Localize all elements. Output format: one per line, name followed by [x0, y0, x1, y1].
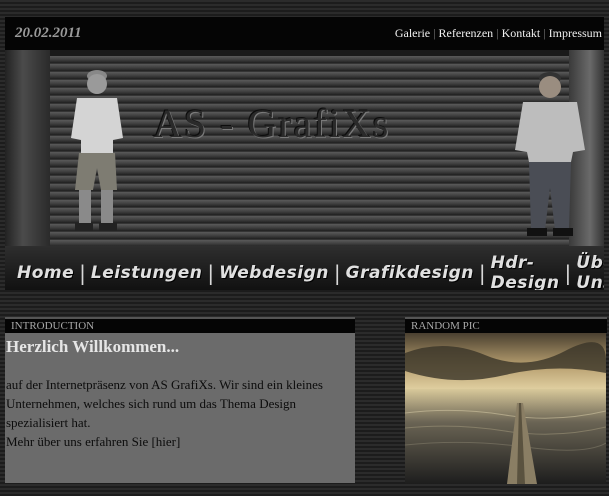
top-nav: Galerie | Referenzen | Kontakt | Impressum [395, 26, 602, 41]
separator: | [79, 261, 86, 285]
separator: | [496, 26, 499, 40]
separator: | [207, 261, 215, 285]
sea-jetty-image [405, 333, 606, 484]
nav-grafikdesign[interactable]: Grafikdesign [346, 263, 474, 283]
site-logo: AS - GrafiXs [153, 101, 391, 146]
nav-ueber-uns[interactable]: Über Uns [576, 253, 604, 290]
separator: | [564, 261, 572, 285]
intro-paragraph: auf der Internetpräsenz von AS GrafiXs. … [6, 377, 323, 430]
separator: | [478, 261, 486, 285]
random-pic-header: RANDOM PIC [405, 317, 607, 333]
person-left-figure [71, 70, 123, 231]
intro-header: INTRODUCTION [5, 317, 355, 333]
intro-more-link[interactable]: Mehr über uns erfahren Sie [hier] [6, 432, 346, 451]
intro-text: auf der Internetpräsenz von AS GrafiXs. … [6, 375, 346, 451]
header-banner: AS - GrafiXs Home | Leistungen | Webdesi… [5, 50, 604, 290]
date-display: 20.02.2011 [15, 25, 82, 41]
top-nav-galerie[interactable]: Galerie [395, 26, 430, 40]
nav-leistungen[interactable]: Leistungen [91, 263, 202, 283]
nav-home[interactable]: Home [17, 263, 74, 283]
main-nav: Home | Leistungen | Webdesign | Grafikde… [17, 253, 604, 290]
top-nav-referenzen[interactable]: Referenzen [439, 26, 494, 40]
person-right-figure [515, 72, 585, 236]
top-nav-kontakt[interactable]: Kontakt [502, 26, 541, 40]
intro-box: Herzlich Willkommen... auf der Internetp… [5, 333, 355, 483]
separator: | [333, 261, 341, 285]
random-pic-image[interactable] [405, 333, 606, 484]
nav-webdesign[interactable]: Webdesign [219, 263, 329, 283]
separator: | [543, 26, 546, 40]
intro-title: Herzlich Willkommen... [6, 337, 180, 356]
nav-hdr-design[interactable]: Hdr-Design [491, 253, 560, 290]
separator: | [433, 26, 436, 40]
top-bar: 20.02.2011 Galerie | Referenzen | Kontakt | Im… [5, 17, 604, 50]
top-nav-impressum[interactable]: Impressum [549, 26, 602, 40]
